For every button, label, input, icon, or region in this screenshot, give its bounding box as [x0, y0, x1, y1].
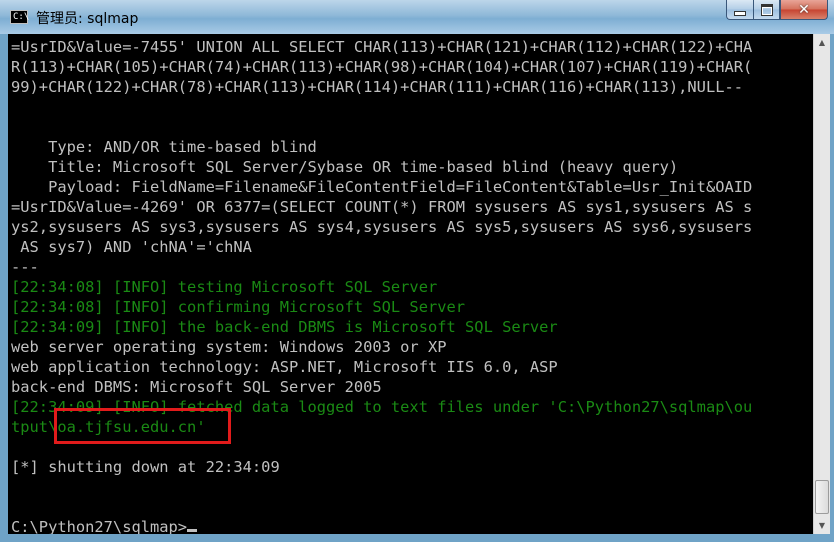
cmd-app-icon[interactable]: C:\: [10, 10, 30, 24]
console-line: AS sys7) AND 'chNA'='chNA: [11, 238, 252, 256]
console-line: Type: AND/OR time-based blind: [11, 138, 317, 156]
console-line: ---: [11, 258, 39, 276]
maximize-icon: [760, 3, 773, 16]
console-window: C:\ 管理员: sqlmap ✕ =UsrID&Value=-7455' UN…: [0, 0, 834, 542]
console-line: ys2,sysusers AS sys3,sysusers AS sys4,sy…: [11, 218, 753, 236]
close-button[interactable]: ✕: [780, 0, 828, 20]
text-cursor: [187, 529, 198, 532]
console-line: [*] shutting down at 22:34:09: [11, 458, 280, 476]
minimize-button[interactable]: [726, 0, 753, 20]
window-title: 管理员: sqlmap: [36, 11, 139, 27]
console-line: 99)+CHAR(122)+CHAR(78)+CHAR(113)+CHAR(11…: [11, 78, 744, 96]
title-bar[interactable]: C:\ 管理员: sqlmap ✕: [0, 0, 834, 34]
scroll-up-icon[interactable]: ▲: [814, 34, 830, 51]
close-icon: ✕: [798, 1, 810, 18]
window-controls: ✕: [726, 0, 828, 20]
console-line: =UsrID&Value=-7455' UNION ALL SELECT CHA…: [11, 38, 753, 56]
scroll-down-icon[interactable]: ▼: [814, 517, 830, 534]
console-line: [22:34:09] [INFO] the back-end DBMS is M…: [11, 318, 558, 336]
minimize-icon: [734, 10, 746, 16]
console-line: Payload: FieldName=Filename&FileContentF…: [11, 178, 753, 196]
console-line: web application technology: ASP.NET, Mic…: [11, 358, 558, 376]
console-line: R(113)+CHAR(105)+CHAR(74)+CHAR(113)+CHAR…: [11, 58, 753, 76]
vertical-scrollbar[interactable]: ▲ ▼: [813, 34, 830, 534]
console-line: =UsrID&Value=-4269' OR 6377=(SELECT COUN…: [11, 198, 753, 216]
scroll-thumb[interactable]: [815, 480, 829, 514]
console-line: Title: Microsoft SQL Server/Sybase OR ti…: [11, 158, 679, 176]
maximize-button[interactable]: [753, 0, 780, 20]
command-prompt: C:\Python27\sqlmap>: [11, 517, 198, 534]
cmd-icon-glyph: C:\: [13, 12, 30, 22]
console-line: [22:34:08] [INFO] confirming Microsoft S…: [11, 298, 466, 316]
console-line: web server operating system: Windows 200…: [11, 338, 447, 356]
highlight-annotation: [54, 408, 231, 444]
console-output[interactable]: =UsrID&Value=-7455' UNION ALL SELECT CHA…: [8, 34, 813, 534]
console-line: back-end DBMS: Microsoft SQL Server 2005: [11, 378, 382, 396]
console-line: [22:34:08] [INFO] testing Microsoft SQL …: [11, 278, 438, 296]
